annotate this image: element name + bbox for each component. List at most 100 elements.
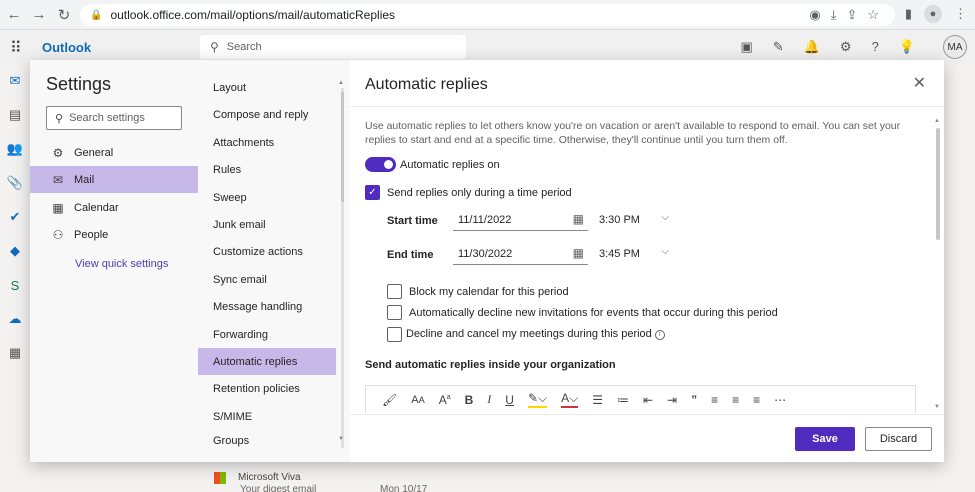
discard-button[interactable]: Discard: [865, 427, 932, 451]
subcategory-forwarding[interactable]: Forwarding: [198, 321, 336, 348]
eye-icon[interactable]: ◉: [809, 7, 820, 23]
time-period-checkbox[interactable]: ✓: [365, 185, 380, 200]
mail-subject: Your digest email: [240, 484, 317, 492]
more-apps-icon[interactable]: ▦: [0, 336, 30, 370]
category-label: Calendar: [74, 201, 119, 214]
end-date-field[interactable]: 11/30/2022 ▦: [453, 243, 588, 265]
quote-icon[interactable]: ”: [691, 393, 697, 407]
automatic-replies-toggle[interactable]: [365, 157, 396, 172]
save-button[interactable]: Save: [795, 427, 855, 451]
settings-search-input[interactable]: ⚲ Search settings: [46, 106, 182, 130]
font-color-icon[interactable]: A⌵: [561, 391, 579, 408]
lightbulb-icon[interactable]: 💡: [899, 39, 915, 55]
sway-app-icon[interactable]: S: [0, 268, 30, 302]
bell-icon[interactable]: 🔔: [804, 39, 820, 55]
subcategory-customize-actions[interactable]: Customize actions: [198, 238, 336, 265]
format-painter-icon[interactable]: 🖌: [382, 393, 397, 407]
gear-icon[interactable]: ⚙: [840, 39, 852, 55]
view-quick-settings-link[interactable]: View quick settings: [75, 258, 168, 270]
outdent-icon[interactable]: ⇤: [643, 393, 653, 407]
subcategory-groups[interactable]: Groups: [198, 430, 336, 452]
app-launcher-icon[interactable]: ⠿: [10, 38, 22, 58]
info-icon[interactable]: i: [654, 330, 665, 340]
more-options-icon[interactable]: ⋯: [774, 393, 786, 407]
star-icon[interactable]: ☆: [867, 7, 879, 23]
calendar-icon[interactable]: ▦: [573, 212, 584, 226]
end-time-select[interactable]: 3:45 PM ⌵: [599, 243, 669, 265]
forward-icon[interactable]: →: [28, 4, 50, 26]
people-app-icon[interactable]: 👥: [0, 132, 30, 166]
underline-icon[interactable]: U: [505, 393, 514, 407]
subcategory-rules[interactable]: Rules: [198, 156, 336, 183]
subcategory-automatic-replies[interactable]: Automatic replies: [198, 348, 336, 375]
profile-icon[interactable]: ●: [924, 5, 942, 23]
scroll-down-icon[interactable]: ▼: [934, 404, 940, 410]
bold-icon[interactable]: B: [465, 393, 474, 407]
app-rail: ✉ ▤ 👥 📎 ✔ ◆ S ☁ ▦: [0, 64, 30, 492]
scroll-up-icon[interactable]: ▲: [934, 118, 940, 124]
subcategory-smime[interactable]: S/MIME: [198, 403, 336, 430]
start-time-select[interactable]: 3:30 PM ⌵: [599, 209, 669, 231]
align-center-icon[interactable]: ≡: [732, 393, 739, 407]
start-date-field[interactable]: 11/11/2022 ▦: [453, 209, 588, 231]
reload-icon[interactable]: ↻: [53, 4, 75, 26]
decline-invitations-checkbox[interactable]: [387, 305, 402, 320]
install-icon[interactable]: ⤓: [831, 7, 837, 23]
category-general[interactable]: ⚙ General: [30, 139, 198, 166]
yammer-app-icon[interactable]: ◆: [0, 234, 30, 268]
calendar-icon[interactable]: ▦: [573, 246, 584, 260]
address-bar[interactable]: 🔒 outlook.office.com/mail/options/mail/a…: [80, 4, 895, 26]
calendar-app-icon[interactable]: ▤: [0, 98, 30, 132]
todo-icon[interactable]: ✎: [773, 39, 784, 55]
avatar[interactable]: MA: [943, 35, 967, 59]
sidebar-icon[interactable]: ▮: [905, 6, 912, 22]
subcategory-sweep[interactable]: Sweep: [198, 184, 336, 211]
scroll-up-icon[interactable]: ▲: [338, 80, 344, 86]
mail-search-input[interactable]: ⚲ Search: [200, 35, 466, 59]
subcategory-message-handling[interactable]: Message handling: [198, 293, 336, 320]
help-icon[interactable]: ?: [872, 39, 879, 55]
subcategory-retention[interactable]: Retention policies: [198, 375, 336, 402]
cancel-meetings-label: Decline and cancel my meetings during th…: [406, 328, 652, 340]
subcategory-layout[interactable]: Layout: [198, 74, 336, 101]
outlook-brand[interactable]: Outlook: [42, 40, 91, 55]
subcategory-sync[interactable]: Sync email: [198, 266, 336, 293]
bullets-icon[interactable]: ☰: [592, 393, 603, 407]
start-time-label: Start time: [387, 215, 438, 227]
subcategory-compose[interactable]: Compose and reply: [198, 101, 336, 128]
subcategory-scrollbar[interactable]: [341, 88, 344, 448]
category-calendar[interactable]: ▦ Calendar: [30, 194, 198, 221]
subcategory-attachments[interactable]: Attachments: [198, 129, 336, 156]
formatting-toolbar: 🖌 AA Aa B I U ✎⌵ A⌵ ☰ ≔ ⇤ ⇥ ” ≡ ≡ ≡ ⋯: [365, 385, 916, 413]
attach-app-icon[interactable]: 📎: [0, 166, 30, 200]
font-size-icon[interactable]: AA: [411, 394, 424, 406]
office-icon[interactable]: ▣: [741, 39, 753, 55]
pane-scrollbar[interactable]: [936, 128, 941, 410]
back-icon[interactable]: ←: [3, 4, 25, 26]
category-people[interactable]: ⚇ People: [30, 221, 198, 248]
cancel-meetings-checkbox[interactable]: [387, 327, 402, 342]
superscript-icon[interactable]: Aa: [439, 393, 451, 407]
url-text: outlook.office.com/mail/options/mail/aut…: [110, 8, 396, 22]
share-icon[interactable]: ⇪: [846, 7, 857, 23]
todo-app-icon[interactable]: ✔: [0, 200, 30, 234]
close-icon[interactable]: ✕: [913, 73, 926, 93]
onedrive-app-icon[interactable]: ☁: [0, 302, 30, 336]
subcategory-junk[interactable]: Junk email: [198, 211, 336, 238]
category-mail[interactable]: ✉ Mail: [30, 166, 198, 193]
numbering-icon[interactable]: ≔: [617, 393, 629, 407]
menu-icon[interactable]: ⋮: [954, 6, 967, 22]
outlook-header: ⠿ Outlook ⚲ Search ▣ ✎ 🔔 ⚙ ? 💡 MA: [0, 30, 975, 64]
align-left-icon[interactable]: ≡: [711, 393, 718, 407]
italic-icon[interactable]: I: [487, 392, 491, 407]
list-item[interactable]: Microsoft Viva Your digest email Mon 10/…: [200, 466, 500, 492]
highlight-icon[interactable]: ✎⌵: [527, 391, 548, 408]
block-calendar-checkbox[interactable]: [387, 284, 402, 299]
category-label: General: [74, 146, 114, 159]
end-time-value: 3:45 PM: [599, 248, 640, 260]
gear-icon: ⚙: [52, 145, 64, 160]
scroll-down-icon[interactable]: ▼: [338, 436, 344, 442]
mail-app-icon[interactable]: ✉: [0, 64, 30, 98]
align-right-icon[interactable]: ≡: [753, 393, 760, 407]
indent-icon[interactable]: ⇥: [667, 393, 677, 407]
